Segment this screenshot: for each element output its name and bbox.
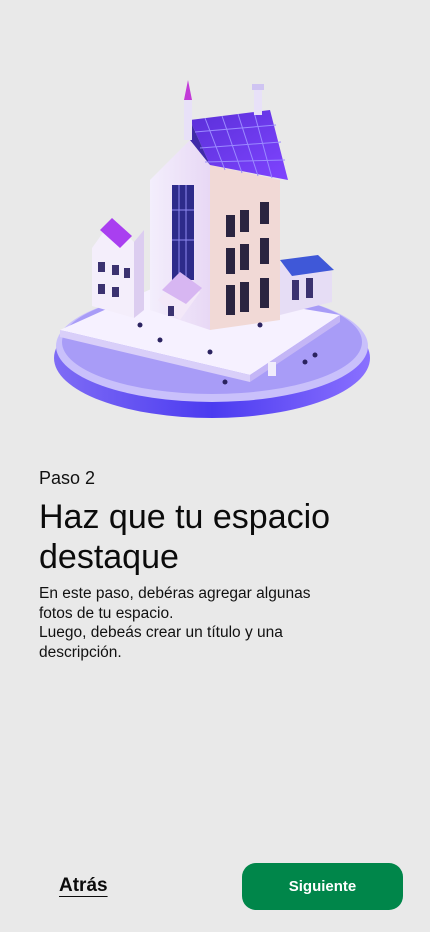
title-line-2: destaque [39, 538, 179, 576]
isometric-building-icon [54, 80, 370, 418]
title-line-1: Haz que tu espacio [39, 498, 331, 536]
onboarding-screen: Paso 2 Haz que tu espacio destaque En es… [0, 0, 430, 932]
back-button[interactable]: Atrás [59, 875, 108, 897]
description-line-1: En este paso, debéras agregar algunas [39, 585, 311, 602]
description-line-4: descripción. [39, 643, 122, 661]
building-illustration [40, 70, 390, 430]
description-line-2: fotos de tu espacio. [39, 604, 174, 622]
step-label: Paso 2 [39, 468, 96, 488]
page-title: Haz que tu espacio destaque [39, 497, 389, 577]
next-button[interactable]: Siguiente [242, 863, 403, 910]
step-description: En este paso, debéras agregar algunas fo… [39, 584, 369, 662]
description-line-3: Luego, debeás crear un título y una [39, 624, 283, 641]
